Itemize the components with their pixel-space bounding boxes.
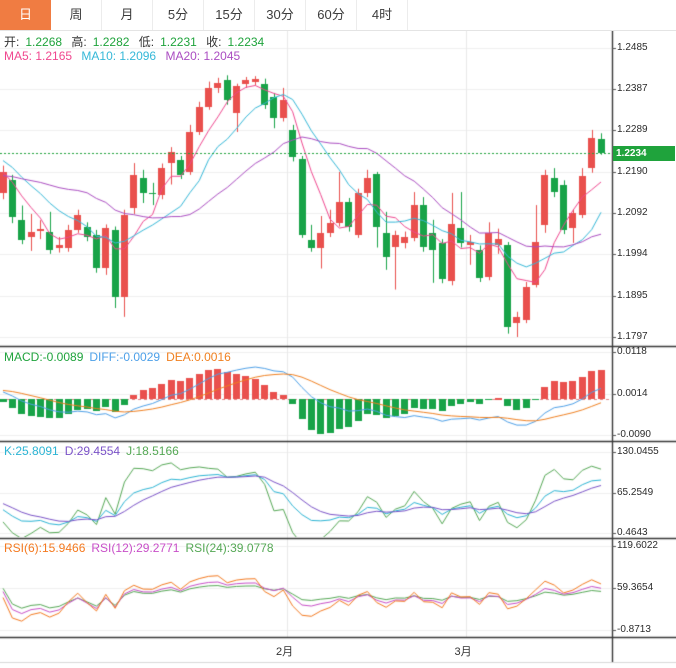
candlestick-chart-canvas[interactable] <box>0 0 676 668</box>
axis-tick-label: 1.1994 <box>617 248 648 260</box>
indicator-value-label: DEA:0.0016 <box>166 350 231 364</box>
indicator-value-label: RSI(6):15.9466 <box>4 541 86 555</box>
indicator-value-label: RSI(24):39.0778 <box>185 541 274 555</box>
axis-tick-label: 130.0455 <box>617 446 659 457</box>
axis-tick-label: 1.1895 <box>617 289 648 301</box>
indicator-value-label: MACD:-0.0089 <box>4 350 84 364</box>
indicator-value-label: MA20: 1.2045 <box>165 49 241 63</box>
axis-tick-label: 1.2190 <box>617 165 648 177</box>
indicator-value-label: 低: <box>138 35 155 49</box>
tab-4时[interactable]: 4时 <box>357 0 408 30</box>
indicator-value-label: J:18.5166 <box>126 444 179 458</box>
indicator-value-label: 高: <box>71 35 87 49</box>
indicator-value-label: MA5: 1.2165 <box>4 49 76 63</box>
axis-tick-label: 1.2092 <box>617 207 648 219</box>
tab-30分[interactable]: 30分 <box>255 0 306 30</box>
x-axis-month-label: 3月 <box>454 646 472 658</box>
tab-5分[interactable]: 5分 <box>153 0 204 30</box>
axis-tick-label: 1.1797 <box>617 331 648 342</box>
ma-header: MA5: 1.2165 MA10: 1.2096 MA20: 1.2045 <box>4 49 246 63</box>
tab-60分[interactable]: 60分 <box>306 0 357 30</box>
tab-日[interactable]: 日 <box>0 0 51 30</box>
indicator-value-label: D:29.4554 <box>64 444 121 458</box>
axis-tick-label: 65.2549 <box>617 486 654 498</box>
axis-tick-label: 0.4643 <box>617 527 648 538</box>
ohlc-header: 开: 1.2268 高: 1.2282 低: 1.2231 收: 1.2234 <box>4 33 270 50</box>
axis-tick-label: 1.2387 <box>617 83 648 95</box>
axis-tick-label: 59.3654 <box>617 582 654 593</box>
indicator-value-label: 1.2282 <box>92 35 133 49</box>
indicator-value-label: RSI(12):29.2771 <box>91 541 180 555</box>
indicator-value-label: 收: <box>206 35 222 49</box>
indicator-value-label: MA10: 1.2096 <box>81 49 160 63</box>
axis-tick-label: 119.6022 <box>617 540 658 551</box>
tab-月[interactable]: 月 <box>102 0 153 30</box>
macd-header: MACD:-0.0089 DIFF:-0.0029 DEA:0.0016 <box>4 350 237 364</box>
indicator-value-label: 1.2231 <box>160 35 201 49</box>
axis-tick-label: -0.0090 <box>617 429 651 440</box>
axis-tick-label: 1.2485 <box>617 42 648 53</box>
indicator-value-label: DIFF:-0.0029 <box>89 350 161 364</box>
axis-tick-label: -0.8713 <box>617 624 651 635</box>
tab-周[interactable]: 周 <box>51 0 102 30</box>
x-axis-month-label: 2月 <box>276 646 294 658</box>
kdj-header: K:25.8091 D:29.4554 J:18.5166 <box>4 444 185 458</box>
tab-15分[interactable]: 15分 <box>204 0 255 30</box>
axis-tick-label: 1.2289 <box>617 124 648 136</box>
indicator-value-label: 开: <box>4 35 20 49</box>
trading-chart-app: 日周月 5分 15分 30分 60分 4时 开: 1.2268 高: 1.2282 低: 1.2… <box>0 0 676 668</box>
last-price-tag: 1.2234 <box>613 146 675 162</box>
indicator-value-label: 1.2268 <box>25 35 66 49</box>
indicator-value-label: 1.2234 <box>227 35 265 49</box>
indicator-value-label: K:25.8091 <box>4 444 59 458</box>
axis-tick-label: 0.0014 <box>617 387 648 399</box>
rsi-header: RSI(6):15.9466 RSI(12):29.2771 RSI(24):39.… <box>4 541 280 555</box>
axis-tick-label: 0.0118 <box>617 346 647 357</box>
timeframe-tabbar: 日周月 5分 15分 30分 60分 4时 <box>0 0 676 31</box>
